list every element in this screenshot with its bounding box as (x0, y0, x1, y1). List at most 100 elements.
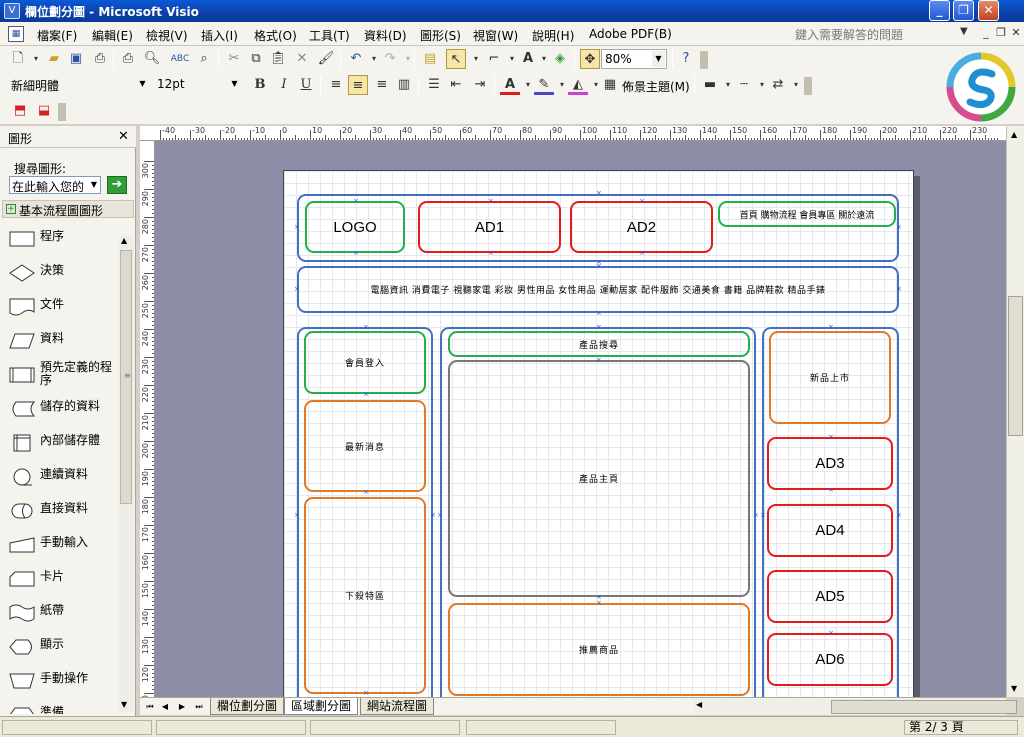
shape-item-process[interactable]: 程序 (8, 224, 118, 254)
shape-item-sequential-data[interactable]: 連續資料 (8, 462, 118, 492)
scroll-up-icon[interactable]: ▲ (1011, 130, 1017, 139)
expand-icon[interactable]: + (6, 204, 16, 214)
toolbar-options-icon[interactable] (804, 77, 812, 95)
vertical-ruler[interactable]: 300 290 280 270 260 250 240 230 220 210 200 190 180 1… (140, 141, 155, 697)
redo-icon[interactable]: ↷ (380, 49, 400, 69)
new-arrivals-box[interactable]: 新品上市 (769, 331, 891, 424)
ad4-box[interactable]: AD4 (767, 504, 893, 557)
toolbar-options-icon[interactable] (700, 51, 708, 69)
chevron-down-icon[interactable]: ▼ (652, 51, 665, 67)
shape-item-decision[interactable]: 決策 (8, 258, 118, 288)
align-left-icon[interactable]: ≡ (326, 75, 346, 95)
logo-box[interactable]: LOGO (305, 201, 405, 253)
align-center-icon[interactable]: ≡ (348, 75, 368, 95)
chevron-down-icon[interactable]: ▼ (228, 76, 241, 92)
menu-view[interactable]: 檢視(V) (143, 26, 191, 45)
shape-item-direct-data[interactable]: 直接資料 (8, 496, 118, 526)
scroll-thumb[interactable] (1008, 296, 1023, 436)
shape-item-preparation[interactable]: 準備 (8, 700, 118, 714)
menu-tools[interactable]: 工具(T) (306, 26, 353, 45)
print-icon[interactable]: ⎙ (118, 49, 138, 69)
shape-item-display[interactable]: 顯示 (8, 632, 118, 662)
scroll-down-icon[interactable]: ▼ (1011, 684, 1017, 693)
ad1-box[interactable]: AD1 (418, 201, 561, 253)
scroll-up-icon[interactable]: ▲ (121, 236, 127, 245)
tab-site-flow[interactable]: 網站流程圖 (360, 698, 435, 715)
menu-shape[interactable]: 圖形(S) (417, 26, 464, 45)
ad5-box[interactable]: AD5 (767, 570, 893, 623)
theme-icon[interactable]: ▦ (600, 75, 620, 95)
open-folder-icon[interactable]: ▰ (44, 49, 64, 69)
shape-item-paper-tape[interactable]: 紙帶 (8, 598, 118, 628)
first-page-icon[interactable]: ⏮ (144, 700, 156, 714)
chevron-down-icon[interactable]: ▾ (398, 49, 418, 69)
shape-item-predefined-process[interactable]: 預先定義的程序 (8, 360, 118, 390)
last-page-icon[interactable]: ⏭ (193, 700, 205, 714)
font-select[interactable]: 新細明體 ▼ (8, 75, 150, 95)
font-color-icon[interactable]: A (500, 75, 520, 95)
prev-page-icon[interactable]: ◀ (159, 700, 171, 714)
ad6-box[interactable]: AD6 (767, 633, 893, 686)
chevron-down-icon[interactable]: ▼ (960, 26, 968, 37)
scroll-left-icon[interactable]: ◀ (696, 700, 702, 709)
shape-item-document[interactable]: 文件 (8, 292, 118, 322)
shape-item-manual-operation[interactable]: 手動操作 (8, 666, 118, 696)
increase-indent-icon[interactable]: ⇥ (470, 75, 490, 95)
italic-button[interactable]: I (274, 75, 294, 95)
nav-links-box[interactable]: 首頁 購物流程 會員專區 關於遠流 (718, 201, 896, 227)
pan-zoom-icon[interactable]: ✥ (580, 49, 600, 69)
paste-icon[interactable]: 📋︎ (268, 49, 288, 69)
shape-item-stored-data[interactable]: 儲存的資料 (8, 394, 118, 424)
tab-field-layout[interactable]: 欄位劃分圖 (210, 698, 285, 715)
connector-tool-icon[interactable]: ⌐ (484, 49, 504, 69)
doc-close-icon[interactable]: ✕ (1008, 25, 1024, 41)
print-preview-icon[interactable]: ⎙ (90, 49, 110, 69)
pdf-convert-icon[interactable]: ⬒ (10, 101, 30, 121)
visio-app-icon[interactable]: V (4, 3, 20, 19)
discount-zone-box[interactable]: 下殺特區 (304, 497, 426, 694)
shapes-window-icon[interactable]: ▤ (420, 49, 440, 69)
menu-insert[interactable]: 插入(I) (198, 26, 241, 45)
line-pattern-icon[interactable]: ┄ (734, 75, 754, 95)
theme-button[interactable]: 佈景主題(M) (622, 78, 690, 95)
format-painter-icon[interactable]: 🖌︎ (316, 49, 336, 69)
stamp-tool-icon[interactable]: ◈ (550, 49, 570, 69)
product-home-box[interactable]: 產品主頁 (448, 360, 750, 597)
line-weight-icon[interactable]: ▬ (700, 75, 720, 95)
scroll-thumb[interactable] (831, 700, 1017, 714)
latest-news-box[interactable]: 最新消息 (304, 400, 426, 492)
underline-button[interactable]: U (296, 75, 316, 95)
line-color-icon[interactable]: ✎ (534, 75, 554, 95)
search-shapes-input[interactable]: 在此輸入您的 ▼ (9, 176, 101, 194)
align-right-icon[interactable]: ≡ (372, 75, 392, 95)
copy-icon[interactable]: ⧉ (246, 49, 266, 69)
spelling-icon[interactable]: ABC (170, 49, 190, 69)
help-icon[interactable]: ? (676, 49, 696, 69)
menu-adobe-pdf[interactable]: Adobe PDF(B) (586, 26, 675, 42)
drawing-page[interactable]: LOGO AD1 AD2 首頁 購物流程 會員專區 關於遠流 電腦資訊 消費電子… (283, 170, 914, 697)
save-icon[interactable]: ▣ (66, 49, 86, 69)
scroll-down-icon[interactable]: ▼ (121, 700, 127, 709)
shape-item-internal-storage[interactable]: 內部儲存體 (8, 428, 118, 458)
close-icon[interactable]: ✕ (118, 129, 129, 144)
scroll-thumb[interactable]: ≡ (120, 250, 132, 504)
categories-bar[interactable]: 電腦資訊 消費電子 視聽家電 彩妝 男性用品 女性用品 運動居家 配件服飾 交通… (297, 266, 899, 313)
bullets-icon[interactable]: ☰ (424, 75, 444, 95)
chevron-down-icon[interactable]: ▾ (786, 75, 806, 95)
align-justify-icon[interactable]: ▥ (394, 75, 414, 95)
chevron-down-icon[interactable]: ▼ (136, 76, 149, 92)
drawing-canvas[interactable]: LOGO AD1 AD2 首頁 購物流程 會員專區 關於遠流 電腦資訊 消費電子… (155, 141, 1006, 697)
close-icon[interactable]: ✕ (978, 0, 999, 21)
help-question-box[interactable]: 鍵入需要解答的問題 (795, 26, 903, 43)
bold-button[interactable]: B (250, 75, 270, 95)
menu-data[interactable]: 資料(D) (361, 26, 410, 45)
cut-icon[interactable]: ✂ (224, 49, 244, 69)
undo-icon[interactable]: ↶ (346, 49, 366, 69)
decrease-indent-icon[interactable]: ⇤ (446, 75, 466, 95)
horizontal-scrollbar[interactable]: ◀ (694, 699, 1017, 715)
menu-edit[interactable]: 編輯(E) (89, 26, 136, 45)
vertical-scrollbar[interactable]: ▲ ▼ (1006, 126, 1024, 697)
horizontal-ruler[interactable]: -40 -30 -20 -10 0 10 20 30 40 50 60 70 80 90 100 110 120… (140, 126, 1006, 141)
pdf-email-icon[interactable]: ⬓ (34, 101, 54, 121)
font-size-select[interactable]: 12pt ▼ (154, 75, 242, 95)
